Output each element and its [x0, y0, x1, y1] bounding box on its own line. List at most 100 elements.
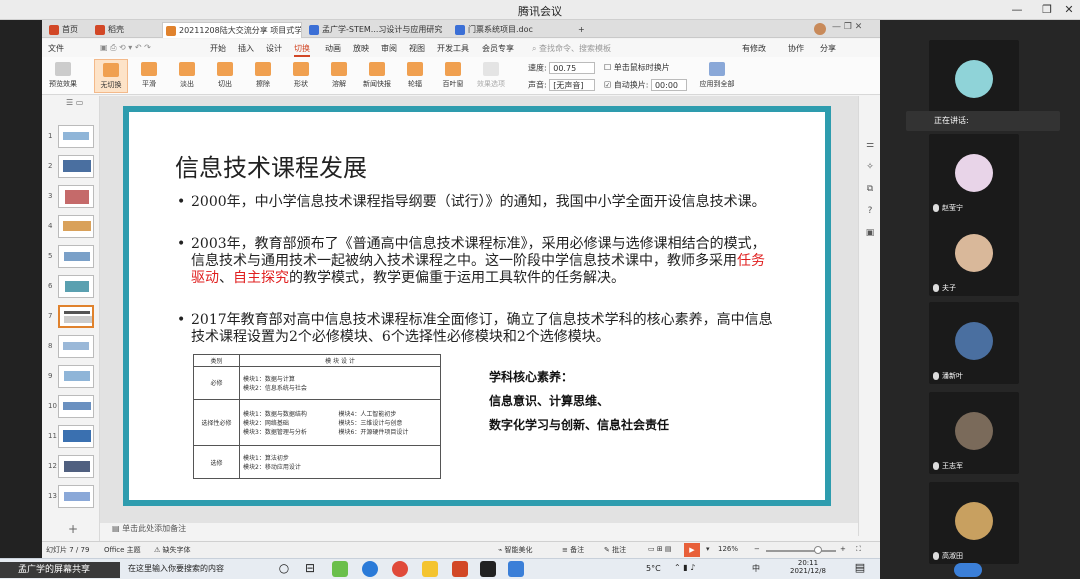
menu-file[interactable]: 文件 — [48, 43, 64, 54]
menu-transition[interactable]: 切换 — [294, 43, 310, 57]
close-icon[interactable]: ✕ — [1058, 1, 1080, 19]
transition-blinds[interactable]: 百叶窗 — [436, 59, 470, 93]
system-tray-icons[interactable]: ⌃ ▮ ♪ — [674, 563, 695, 572]
collaborate-button[interactable]: 协作 — [788, 43, 804, 54]
thumbnail[interactable]: 6 — [42, 274, 100, 300]
transition-dissolve[interactable]: 溶解 — [322, 59, 356, 93]
thumbnail[interactable]: 13 — [42, 484, 100, 510]
thumbnail[interactable]: 5 — [42, 244, 100, 270]
multitask-icon[interactable]: ⊟ — [302, 561, 318, 577]
menu-home[interactable]: 开始 — [210, 43, 226, 54]
apply-all-button[interactable]: 应用到全部 — [696, 59, 738, 93]
thumbnail[interactable]: 4 — [42, 214, 100, 240]
word-icon[interactable] — [480, 561, 496, 577]
fit-window-icon[interactable]: ⛶ — [856, 545, 861, 554]
tab-home[interactable]: 首页 — [46, 22, 90, 38]
minimize-icon[interactable]: — — [1006, 1, 1028, 19]
thumbnail[interactable]: 10 — [42, 394, 100, 420]
sound-control[interactable]: 声音: [无声音] — [528, 79, 596, 91]
wps-icon[interactable] — [452, 561, 468, 577]
app-icon[interactable] — [332, 561, 348, 577]
thumbnail-selected[interactable]: 7 — [42, 304, 100, 330]
thumbnail[interactable]: 8 — [42, 334, 100, 360]
menu-developer[interactable]: 开发工具 — [437, 43, 469, 54]
participant-tile[interactable]: 夫子 — [929, 214, 1019, 296]
thumbnail[interactable]: 1 — [42, 124, 100, 150]
transition-fade[interactable]: 淡出 — [170, 59, 204, 93]
current-slide[interactable]: 信息技术课程发展 • 2000年，中小学信息技术课程指导纲要（试行）》的通知，我国… — [123, 106, 831, 506]
speed-control[interactable]: 速度: 00.75 — [528, 62, 596, 74]
transition-newsflash[interactable]: 新闻快报 — [360, 59, 394, 93]
participant-tile[interactable]: 潘新叶 — [929, 302, 1019, 384]
view-mode-icons[interactable]: ▭ ⊞ ▤ — [648, 545, 672, 553]
transition-shape[interactable]: 形状 — [284, 59, 318, 93]
zoom-slider[interactable] — [766, 550, 836, 552]
image-icon[interactable]: ▣ — [864, 228, 876, 238]
auto-advance-input[interactable]: 00:00 — [650, 79, 687, 91]
menu-animation[interactable]: 动画 — [325, 43, 341, 54]
participant-tile[interactable]: 赵莹宁 — [929, 134, 1019, 216]
maximize-icon[interactable]: ❐ — [1036, 1, 1058, 19]
thumbnail[interactable]: 11 — [42, 424, 100, 450]
taskbar-search[interactable]: 在这里输入你要搜索的内容 — [128, 563, 224, 574]
avatar[interactable] — [814, 23, 826, 35]
thumbnail[interactable]: 12 — [42, 454, 100, 480]
thumbnail[interactable]: 9 — [42, 364, 100, 390]
menu-slideshow[interactable]: 放映 — [353, 43, 369, 54]
help-icon[interactable]: ? — [864, 206, 876, 216]
folder-icon[interactable] — [422, 561, 438, 577]
window-controls-icon[interactable]: — ❐ ✕ — [832, 22, 862, 32]
copy-icon[interactable]: ⧉ — [864, 184, 876, 194]
participant-tile[interactable] — [929, 40, 1019, 122]
transition-cut[interactable]: 切出 — [208, 59, 242, 93]
smart-beautify-button[interactable]: ⌁ 智能美化 — [498, 545, 532, 555]
command-search[interactable]: ⌕ 查找命令、搜索模板 — [532, 43, 611, 54]
notes-area[interactable]: ▤ 单击此处添加备注 — [100, 523, 858, 537]
chrome-icon[interactable] — [392, 561, 408, 577]
thumbnail[interactable]: 2 — [42, 154, 100, 180]
thumbnail-view-icon[interactable]: ☰ ▭ — [66, 98, 83, 107]
thumbnail[interactable]: 3 — [42, 184, 100, 210]
play-icon[interactable]: ▶ — [684, 543, 700, 557]
task-view-icon[interactable]: ○ — [276, 561, 292, 577]
meeting-app-icon[interactable] — [508, 561, 524, 577]
clock[interactable]: 20:11 2021/12/8 — [790, 559, 826, 575]
menu-review[interactable]: 审阅 — [381, 43, 397, 54]
transition-none[interactable]: 无切换 — [94, 59, 128, 93]
zoom-out-icon[interactable]: − — [754, 545, 760, 553]
tab-doc-stem[interactable]: 孟广学-STEM...习设计与应用研究 — [306, 22, 446, 38]
modify-status[interactable]: 有修改 — [742, 43, 766, 54]
participant-tile[interactable]: 高淑田 — [929, 482, 1019, 564]
menu-insert[interactable]: 插入 — [238, 43, 254, 54]
share-button[interactable]: 分享 — [820, 43, 836, 54]
ime-lang[interactable]: 中 — [752, 563, 760, 574]
add-slide-icon[interactable]: + — [68, 522, 78, 536]
magic-icon[interactable]: ✧ — [864, 162, 876, 172]
participant-count-badge[interactable] — [954, 563, 982, 577]
missing-font-button[interactable]: ⚠ 缺失字体 — [154, 545, 191, 555]
new-tab-button[interactable]: + — [576, 22, 590, 38]
participant-tile[interactable]: 王志军 — [929, 392, 1019, 474]
quick-access-icons[interactable]: ▣ ⎙ ⟲ ▾ ↶ ↷ — [100, 43, 151, 53]
menu-view[interactable]: 视图 — [409, 43, 425, 54]
auto-advance-checkbox[interactable]: ☑ 自动换片: 00:00 — [604, 79, 687, 91]
effect-options-button[interactable]: 效果选项 — [474, 59, 508, 93]
menu-design[interactable]: 设计 — [266, 43, 282, 54]
tab-current-ppt[interactable]: 20211208陆大交流分享 项目式学习 ● — [162, 22, 302, 38]
transition-wipe[interactable]: 擦除 — [246, 59, 280, 93]
click-advance-checkbox[interactable]: ☐ 单击鼠标时换片 — [604, 62, 670, 73]
zoom-value[interactable]: 126% — [718, 545, 738, 553]
transition-wheel[interactable]: 轮辐 — [398, 59, 432, 93]
tab-doc-ticket[interactable]: 门票系统项目.doc — [452, 22, 572, 38]
zoom-slider-handle[interactable] — [814, 546, 822, 554]
zoom-in-icon[interactable]: + — [840, 545, 846, 553]
transition-smooth[interactable]: 平滑 — [132, 59, 166, 93]
adjust-icon[interactable]: ⚌ — [864, 140, 876, 150]
notes-toggle-button[interactable]: ≡ 备注 — [562, 545, 584, 555]
tab-docer[interactable]: 稻壳 — [92, 22, 158, 38]
playback-options-icon[interactable]: ▾ — [706, 545, 710, 553]
menu-member[interactable]: 会员专享 — [482, 43, 514, 54]
edge-icon[interactable] — [362, 561, 378, 577]
comment-button[interactable]: ✎ 批注 — [604, 545, 626, 555]
speed-input[interactable]: 00.75 — [549, 62, 596, 74]
